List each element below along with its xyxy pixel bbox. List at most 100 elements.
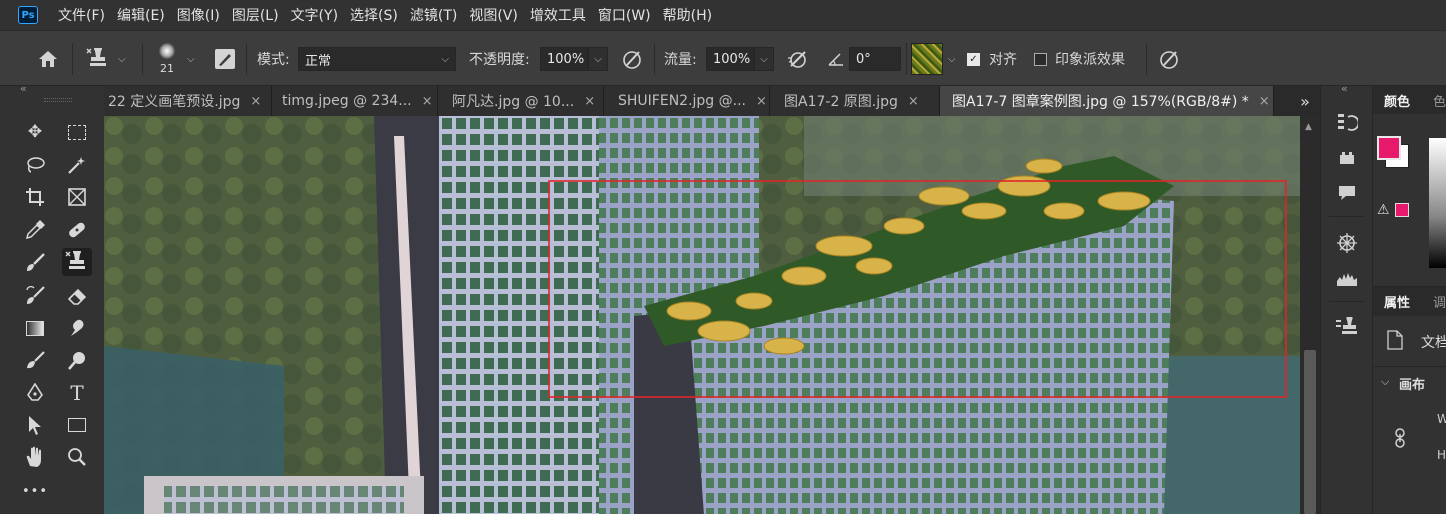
close-icon[interactable]: × (908, 94, 919, 109)
tab-document-5[interactable]: 图A17-2 原图.jpg × (770, 86, 940, 116)
healing-brush-tool-icon[interactable] (62, 216, 92, 244)
close-icon[interactable]: × (1259, 94, 1270, 109)
opacity-input[interactable]: 100% (540, 47, 588, 71)
close-icon[interactable]: × (250, 94, 261, 109)
align-checkbox[interactable]: ✓ (967, 52, 980, 66)
type-tool-icon[interactable]: T (62, 379, 92, 407)
tab-document-2[interactable]: timg.jpeg @ 234... × (272, 86, 438, 116)
flow-input[interactable]: 100% (706, 47, 754, 71)
impressionist-label: 印象派效果 (1055, 52, 1125, 68)
mode-chevron-down-icon: ⌵ (441, 53, 449, 65)
toolbar-collapse-icon[interactable]: « (20, 82, 27, 95)
flow-chevron-down-icon[interactable]: ⌵ (754, 47, 774, 71)
layer-comps-icon[interactable] (1335, 146, 1359, 170)
width-label: W (1437, 412, 1446, 426)
tab-document-1[interactable]: 22 定义画笔预设.jpg × (104, 86, 272, 116)
mode-value: 正常 (305, 53, 332, 69)
color-spectrum[interactable] (1429, 138, 1446, 268)
comments-icon[interactable] (1335, 181, 1359, 205)
mode-select[interactable]: 正常 ⌵ (298, 47, 456, 71)
menu-item-3[interactable]: 图层(L) (226, 5, 285, 25)
scroll-up-icon[interactable]: ▲ (1305, 122, 1312, 132)
tabs-overflow-icon[interactable]: » (1290, 86, 1320, 116)
navigator-icon[interactable] (1335, 231, 1359, 255)
histogram-icon[interactable] (1335, 266, 1359, 290)
menu-bar: Ps 文件(F) 编辑(E) 图像(I) 图层(L) 文字(Y) 选择(S) 滤镜(T) 视图… (0, 0, 1446, 30)
tab-color[interactable]: 颜色 (1384, 91, 1410, 110)
clone-stamp-tool-icon[interactable] (62, 248, 92, 276)
menu-item-10[interactable]: 帮助(H) (657, 5, 718, 25)
tab-label: 图A17-7 图章案例图.jpg @ 157%(RGB/8#) * (952, 94, 1249, 110)
menu-item-9[interactable]: 窗口(W) (592, 5, 657, 25)
document-canvas[interactable] (104, 116, 1300, 514)
canvas-section-title[interactable]: 画布 (1399, 374, 1425, 393)
tab-adjustments[interactable]: 调 (1433, 292, 1446, 311)
impressionist-checkbox[interactable] (1034, 52, 1047, 66)
smudge-tool-icon[interactable] (62, 314, 92, 342)
tab-label: 阿凡达.jpg @ 10... (452, 94, 575, 110)
lasso-tool-icon[interactable] (20, 151, 50, 179)
move-tool-icon[interactable]: ✥ (20, 118, 50, 146)
panel-dock: « (1320, 82, 1372, 514)
vertical-scrollbar[interactable]: ▲ (1300, 116, 1320, 514)
brush-size-picker[interactable]: 21 (152, 31, 182, 87)
menu-item-7[interactable]: 视图(V) (463, 5, 524, 25)
magic-wand-tool-icon[interactable] (62, 151, 92, 179)
close-icon[interactable]: × (756, 94, 767, 109)
foreground-color-swatch[interactable] (1377, 136, 1401, 160)
marquee-tool-icon[interactable] (62, 118, 92, 146)
tab-document-3[interactable]: 阿凡达.jpg @ 10... × (438, 86, 604, 116)
pattern-swatch[interactable] (911, 43, 943, 75)
clone-source-icon[interactable] (1335, 316, 1359, 340)
menu-item-5[interactable]: 选择(S) (344, 5, 404, 25)
more-tools-icon[interactable]: ••• (20, 477, 50, 505)
frame-tool-icon[interactable] (62, 183, 92, 211)
home-icon[interactable] (36, 31, 60, 87)
pressure-opacity-icon[interactable] (620, 31, 644, 87)
history-panel-icon[interactable] (1335, 110, 1359, 134)
menu-item-2[interactable]: 图像(I) (171, 5, 226, 25)
eyedropper-tool-icon[interactable] (20, 216, 50, 244)
brush-tool-icon[interactable] (20, 249, 50, 277)
gradient-tool-icon[interactable] (20, 314, 50, 342)
tab-document-active[interactable]: 图A17-7 图章案例图.jpg @ 157%(RGB/8#) * × (940, 86, 1274, 116)
tab-swatches[interactable]: 色 (1433, 91, 1446, 110)
eraser-tool-icon[interactable] (62, 282, 92, 310)
brush-settings-panel-icon[interactable] (212, 31, 238, 87)
scrollbar-thumb[interactable] (1304, 350, 1316, 514)
airbrush-icon[interactable] (785, 31, 811, 87)
close-icon[interactable]: × (422, 94, 433, 109)
dodge-tool-icon[interactable] (20, 347, 50, 375)
zoom-lens-icon[interactable] (62, 347, 92, 375)
menu-item-6[interactable]: 滤镜(T) (404, 5, 463, 25)
options-bar: ⌵ 21 ⌵ 模式: 正常 ⌵ 不透明度: 100% ⌵ 流量: 100% ⌵ … (0, 30, 1446, 86)
angle-icon (826, 31, 846, 87)
tab-document-4[interactable]: SHUIFEN2.jpg @... × (604, 86, 770, 116)
rectangle-tool-icon[interactable] (62, 411, 92, 439)
menu-item-4[interactable]: 文字(Y) (285, 5, 344, 25)
toolbar-grip[interactable] (44, 98, 72, 102)
preset-chevron-down-icon[interactable]: ⌵ (118, 31, 126, 87)
opacity-chevron-down-icon[interactable]: ⌵ (588, 47, 608, 71)
menu-item-0[interactable]: 文件(F) (52, 5, 111, 25)
pattern-chevron-down-icon[interactable]: ⌵ (948, 31, 956, 87)
pressure-size-icon[interactable] (1157, 31, 1181, 87)
tab-properties[interactable]: 属性 (1384, 292, 1410, 311)
close-icon[interactable]: × (584, 94, 595, 109)
hand-tool-icon[interactable] (20, 443, 50, 471)
menu-item-1[interactable]: 编辑(E) (111, 5, 171, 25)
brush-chevron-down-icon[interactable]: ⌵ (187, 31, 195, 87)
link-icon[interactable] (1393, 428, 1407, 448)
zoom-tool-icon[interactable] (62, 443, 92, 471)
document-tabs: 22 定义画笔预设.jpg × timg.jpeg @ 234... × 阿凡达.j… (104, 86, 1320, 116)
pen-tool-icon[interactable] (20, 379, 50, 407)
menu-item-8[interactable]: 增效工具 (524, 5, 592, 25)
path-selection-tool-icon[interactable] (20, 411, 50, 439)
canvas-section-chevron-icon[interactable]: ⌵ (1381, 375, 1389, 389)
out-of-gamut-swatch[interactable] (1395, 203, 1409, 217)
history-brush-tool-icon[interactable] (20, 282, 50, 310)
angle-input[interactable]: 0° (849, 47, 901, 71)
crop-tool-icon[interactable] (20, 183, 50, 211)
clone-stamp-preset-icon[interactable] (84, 31, 112, 87)
dock-collapse-icon[interactable]: « (1341, 82, 1348, 95)
